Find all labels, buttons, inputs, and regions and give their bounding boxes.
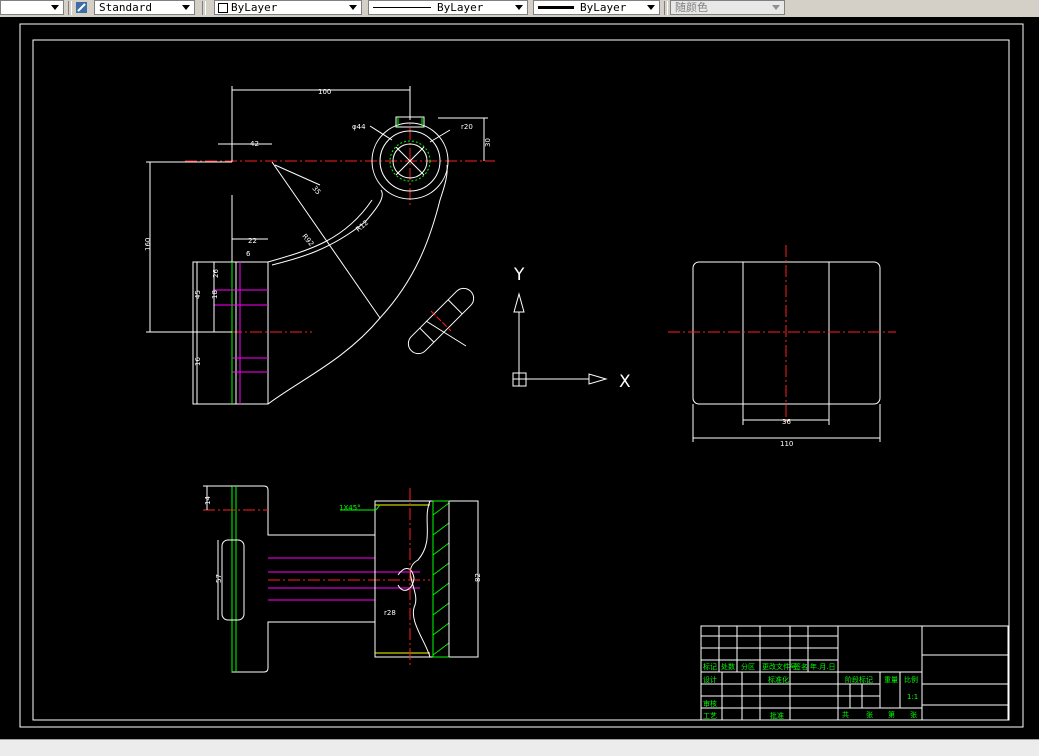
tb-process: 工艺	[703, 712, 717, 720]
text-style-icon[interactable]	[74, 0, 90, 15]
layer-value: ByLayer	[231, 1, 278, 14]
tb-header-mark: 标记	[703, 662, 717, 671]
tb-stage: 阶段标记	[845, 675, 873, 684]
dim-110: 110	[780, 440, 793, 448]
dim-r28: r28	[384, 609, 396, 617]
toolbar-separator	[68, 1, 72, 15]
tb-scale: 比例	[904, 675, 918, 684]
ucs-y-label: Y	[513, 265, 525, 285]
dim-22: 22	[248, 237, 257, 245]
tb-design: 设计	[703, 675, 717, 684]
linetype-value: ByLayer	[437, 1, 484, 14]
toolbar-separator	[202, 1, 206, 15]
plot-style-value: 随颜色	[675, 1, 708, 14]
dim-chamfer: 1X45°	[339, 504, 361, 512]
title-block-text: 标记 处数 分区 更改文件号 签名 年.月.日 设计 标准化 审核 工艺 批准 …	[703, 662, 918, 720]
lineweight-value: ByLayer	[580, 1, 627, 14]
dim-30: 30	[484, 138, 492, 147]
tb-approve: 批准	[770, 711, 784, 720]
drawing-canvas[interactable]: 100 42 φ44 r20 30 160 22 6 26 18 45 16 3…	[0, 17, 1039, 739]
tb-review: 审核	[703, 699, 717, 708]
dim-14: 14	[204, 496, 212, 505]
properties-toolbar: Standard ByLayer ByLayer ByLayer 随颜色	[0, 0, 1039, 18]
tb-scale-value: 1:1	[907, 693, 918, 701]
lineweight-select[interactable]: ByLayer	[533, 0, 660, 15]
tb-sheet-unit: 张	[866, 710, 873, 719]
linetype-select[interactable]: ByLayer	[368, 0, 528, 15]
tb-sheet-no: 第	[888, 710, 895, 719]
dim-r12: R12	[354, 219, 370, 234]
plot-style-select[interactable]: 随颜色	[670, 0, 785, 15]
title-block	[700, 625, 1009, 721]
dim-35: 35	[310, 184, 322, 196]
top-view[interactable]	[203, 485, 479, 673]
tb-header-sign: 签名	[794, 662, 808, 671]
toolbar-separator	[664, 1, 668, 15]
ucs-icon	[512, 292, 608, 387]
text-style-select[interactable]: Standard	[94, 0, 195, 15]
ucs-x-label: X	[619, 372, 631, 392]
dim-6: 6	[246, 250, 251, 258]
color-swatch	[218, 3, 228, 13]
cad-drawing[interactable]: 100 42 φ44 r20 30 160 22 6 26 18 45 16 3…	[0, 17, 1039, 739]
dim-160: 160	[144, 238, 152, 251]
dim-82: 82	[474, 573, 482, 582]
layer-select[interactable]: ByLayer	[214, 0, 362, 15]
front-view-dims: 100 42 φ44 r20 30 160 22 6 26 18 45 16 3…	[144, 88, 492, 366]
inner-border	[32, 39, 1010, 721]
dim-r92: R92	[300, 232, 315, 248]
dim-r20: r20	[461, 123, 473, 131]
dim-18: 18	[211, 290, 219, 299]
front-view[interactable]	[146, 86, 495, 405]
dim-57: 57	[215, 574, 223, 583]
tb-header-doc: 更改文件号	[762, 662, 797, 671]
dim-100: 100	[318, 88, 331, 96]
tb-header-zone: 分区	[741, 662, 755, 671]
linetype-sample	[373, 7, 431, 8]
tb-sheet-unit2: 张	[910, 710, 917, 719]
prev-dropdown[interactable]	[0, 0, 64, 15]
dim-45: 45	[194, 290, 202, 299]
tb-header-date: 年.月.日	[810, 662, 835, 671]
dim-phi44: φ44	[352, 123, 366, 131]
dim-36: 36	[782, 418, 791, 426]
dim-42: 42	[250, 140, 259, 148]
tb-header-count: 处数	[721, 662, 735, 671]
tb-weight: 重量	[884, 676, 898, 684]
dim-26: 26	[212, 269, 220, 278]
lineweight-sample	[538, 6, 574, 9]
status-bar	[0, 739, 1039, 756]
outer-border	[19, 23, 1024, 728]
tb-standard: 标准化	[768, 675, 789, 684]
dim-16: 16	[194, 357, 202, 366]
text-style-value: Standard	[99, 1, 152, 14]
side-view[interactable]	[668, 245, 896, 442]
tb-sheet-total: 共	[842, 710, 849, 719]
